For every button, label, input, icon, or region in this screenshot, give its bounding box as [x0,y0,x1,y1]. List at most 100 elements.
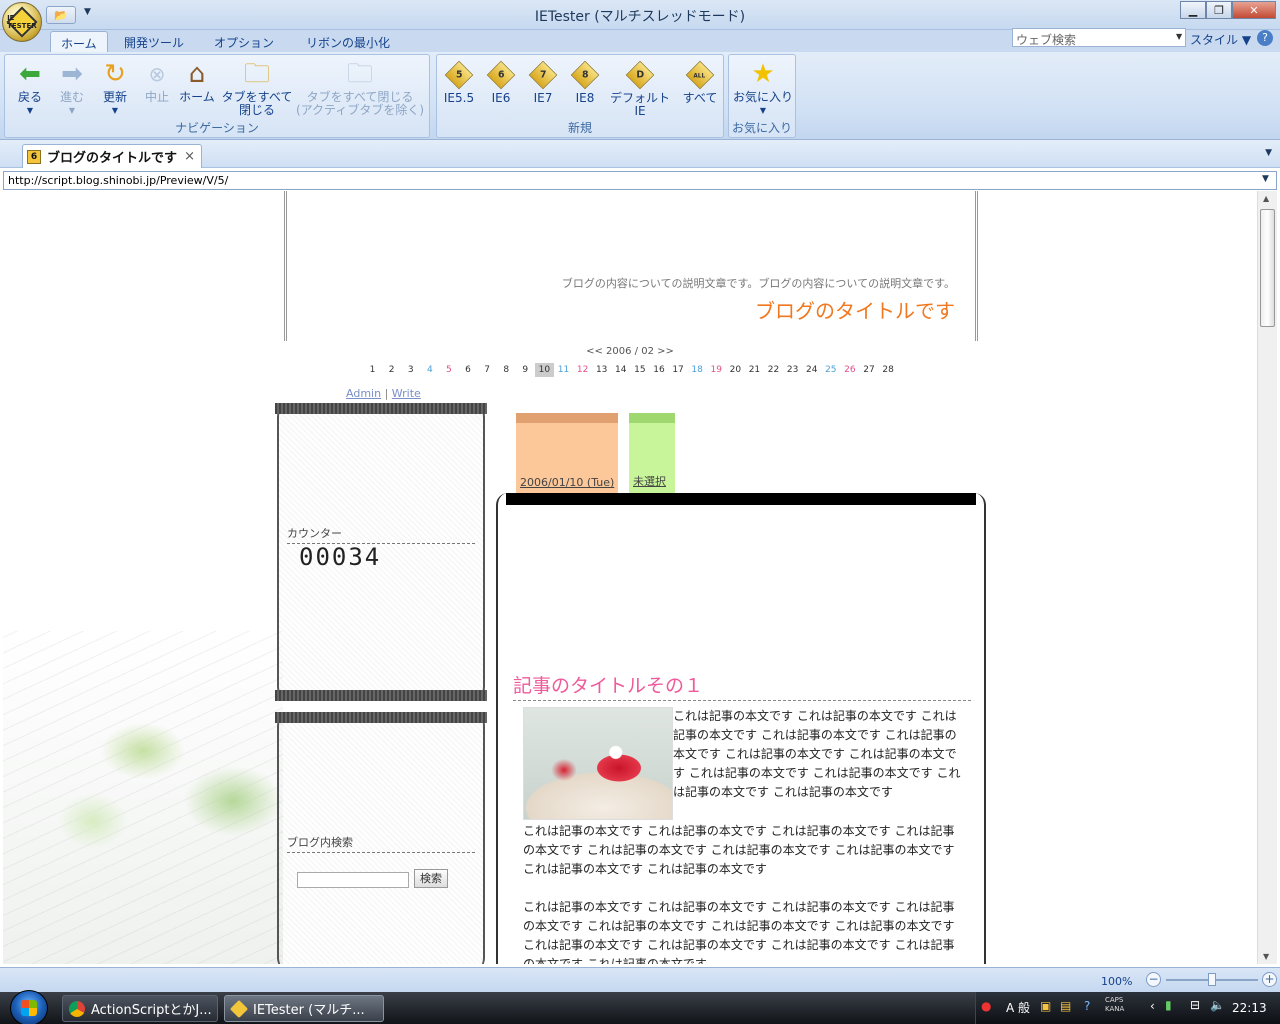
help-icon[interactable]: ? [1257,30,1273,46]
tray-ime-pad-icon[interactable]: ▤ [1060,999,1071,1013]
chrome-icon [69,1000,85,1017]
zoom-in-button[interactable]: + [1262,972,1277,987]
tab-options[interactable]: オプション [204,31,284,52]
tray-signal-icon[interactable]: ▮ [1165,998,1172,1012]
blog-search-button[interactable]: 検索 [414,869,448,888]
zoom-level[interactable]: 100% [1101,975,1132,988]
calendar-day: 3 [407,365,414,375]
close-tabs-folder-icon: 🗀 [243,58,270,89]
counter-box-bottom-bar [275,690,487,701]
write-link[interactable]: Write [392,387,421,400]
new-tab-group: 5 IE5.5 6 IE6 7 IE7 8 IE8 D デフォルトIE ALL … [436,54,724,138]
stop-button[interactable]: ⊗ 中止 [139,59,175,104]
ie6-tab-icon: 6 [27,149,41,164]
app-menu-button[interactable]: IE TESTER [2,2,42,42]
blog-title[interactable]: ブログのタイトルです [755,295,955,324]
close-button[interactable]: ✕ [1232,1,1276,19]
maximize-button[interactable]: ❐ [1206,1,1232,19]
taskbar-item-chrome-label: ActionScriptとかJ... [91,1003,212,1018]
ie55-icon: 5 [444,60,474,90]
tab-list-dropdown-icon[interactable]: ▼ [1265,148,1272,158]
blog-search-input[interactable] [297,872,409,888]
home-button[interactable]: ⌂ ホーム [177,59,217,104]
calendar-day: 2 [388,365,395,375]
scroll-down-icon[interactable]: ▼ [1263,952,1269,961]
new-all-ie-button[interactable]: ALL すべて [679,59,721,105]
calendar-nav[interactable]: << 2006 / 02 >> [3,346,1257,357]
title-bar: 📂 ▼ IETester (マルチスレッドモード) ▁ ❐ ✕ [0,0,1280,30]
post-body-paragraph-2: これは記事の本文です これは記事の本文です これは記事の本文です これは記事の本… [523,824,955,876]
taskbar-item-ietester-label: IETester (マルチ... [253,1003,365,1018]
web-search-input[interactable]: ウェブ検索 [1012,28,1186,47]
zoom-out-button[interactable]: − [1146,972,1161,987]
post-category-tab: 未選択 [629,413,675,493]
refresh-label: 更新 [102,90,127,104]
tray-alert-icon[interactable]: ● [981,999,991,1013]
post-title[interactable]: 記事のタイトルその１ [513,671,971,701]
ie55-label: IE5.5 [443,91,475,105]
post-image-cake [523,707,673,820]
new-ie6-button[interactable]: 6 IE6 [483,59,519,105]
address-bar[interactable]: http://script.blog.shinobi.jp/Preview/V/… [3,171,1277,190]
scrollbar-thumb[interactable] [1260,209,1275,327]
back-arrow-icon: ⬅ [19,58,41,89]
taskbar-item-chrome[interactable]: ActionScriptとかJ... [62,995,218,1022]
scroll-up-icon[interactable]: ▲ [1263,194,1269,203]
calendar-day: 14 [615,365,627,375]
favorites-button[interactable]: ★ お気に入り ▼ [731,59,795,117]
ie7-icon: 7 [528,60,558,90]
admin-link[interactable]: Admin [346,387,381,400]
forward-button[interactable]: ➡ 進む ▼ [53,59,91,117]
tray-help-icon[interactable]: ? [1084,999,1090,1013]
decorative-background-image [3,631,283,964]
calendar-day: 4 [426,365,433,375]
ie6-icon: 6 [486,60,516,90]
ie8-label: IE8 [575,91,595,105]
close-all-tabs-button[interactable]: 🗀 タブをすべて 閉じる [219,59,295,117]
new-ie7-button[interactable]: 7 IE7 [525,59,561,105]
tray-network-icon[interactable]: ⊟ [1190,998,1200,1012]
star-icon: ★ [751,58,775,89]
style-menu[interactable]: スタイル ▼ [1190,31,1251,48]
refresh-button[interactable]: ↻ 更新 ▼ [95,59,135,117]
counter-box: カウンター 00034 [275,403,487,701]
tab-minimize-ribbon[interactable]: リボンの最小化 [296,31,400,52]
back-button[interactable]: ⬅ 戻る ▼ [11,59,49,117]
default-ie-icon: D [625,60,655,90]
tray-ime-toolbox-icon[interactable]: ▣ [1040,999,1051,1013]
tab-close-icon[interactable]: × [184,149,195,164]
close-all-except-active-button[interactable]: 🗀 タブをすべて閉じる (アクティブタブを除く) [295,59,425,117]
tray-expand-icon[interactable]: ‹ [1150,999,1155,1013]
forward-label: 進む [59,90,84,104]
start-button[interactable] [10,990,48,1024]
new-ie55-button[interactable]: 5 IE5.5 [441,59,477,105]
favorites-group-label: お気に入り [731,121,792,135]
blog-description: ブログの内容についての説明文章です。ブログの内容についての説明文章です。 [561,277,955,290]
close-except-active-icon: 🗀 [346,58,373,89]
calendar-day: 25 [825,365,837,375]
favorites-button-label: お気に入り [732,90,793,104]
taskbar-clock[interactable]: 22:13 [1232,1001,1267,1015]
tray-volume-icon[interactable]: 🔈 [1210,998,1225,1012]
post-body-paragraph-3: これは記事の本文です これは記事の本文です これは記事の本文です これは記事の本… [523,900,955,964]
zoom-slider-thumb[interactable] [1208,973,1216,986]
new-ie8-button[interactable]: 8 IE8 [567,59,603,105]
calendar-day: 7 [484,365,490,375]
document-tab[interactable]: 6 ブログのタイトルです × [22,144,202,168]
admin-links: Admin | Write [346,387,421,400]
windows-logo-icon [21,1000,37,1016]
new-default-ie-button[interactable]: D デフォルトIE [605,59,675,118]
taskbar-item-ietester[interactable]: IETester (マルチ... [224,995,384,1022]
web-search-dropdown-icon[interactable]: ▼ [1176,32,1182,41]
tab-dev-tools[interactable]: 開発ツール [114,31,194,52]
address-dropdown-icon[interactable]: ▼ [1262,174,1269,184]
calendar-day: 9 [522,365,529,375]
minimize-button[interactable]: ▁ [1180,1,1206,19]
ime-mode-indicator[interactable]: A 般 [1006,999,1030,1016]
post-date-link[interactable]: 2006/01/10 (Tue) [520,476,614,489]
vertical-scrollbar[interactable]: ▲ ▼ [1257,191,1277,964]
tab-home[interactable]: ホーム [50,31,108,52]
caps-kana-indicator: CAPS KANA [1105,996,1124,1014]
post-category-link[interactable]: 未選択 [633,473,666,489]
calendar-day: 19 [710,365,722,375]
